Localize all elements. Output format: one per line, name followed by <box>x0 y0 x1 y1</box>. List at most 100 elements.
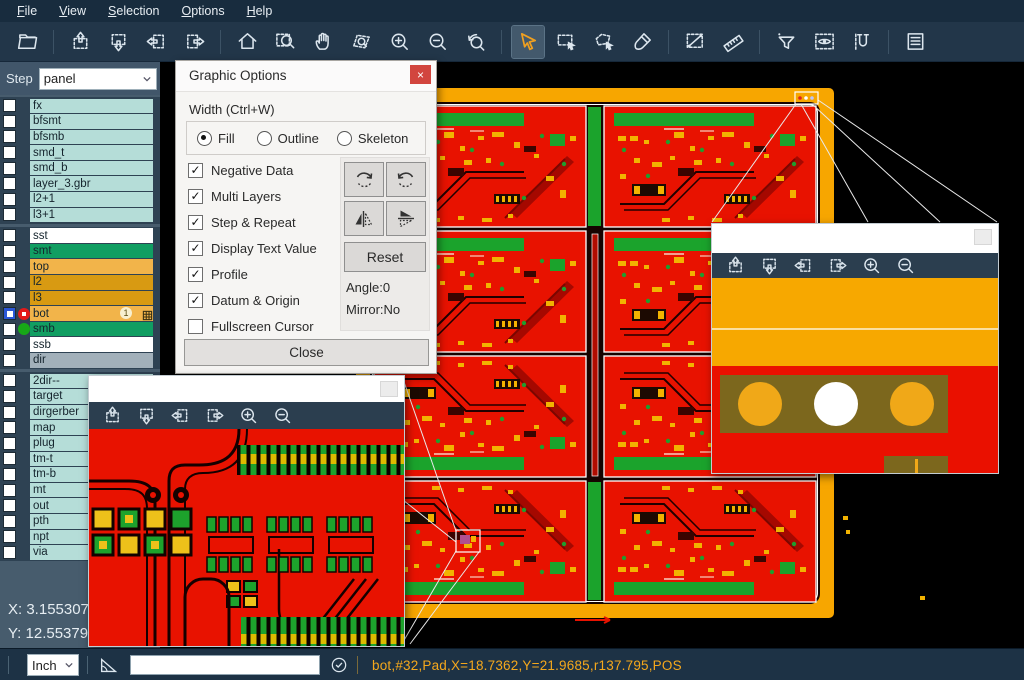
menu-selection[interactable]: Selection <box>97 2 170 20</box>
radio-skeleton[interactable]: Skeleton <box>337 131 409 146</box>
layer-visibility-checkbox[interactable] <box>3 323 16 336</box>
zoom-out-icon[interactable] <box>421 26 453 58</box>
layer-row-smd_t[interactable]: smd_t <box>0 145 160 161</box>
layer-visibility-checkbox[interactable] <box>3 515 16 528</box>
layer-visibility-checkbox[interactable] <box>3 208 16 221</box>
layer-name[interactable]: sst <box>30 228 153 243</box>
layer-visibility-checkbox[interactable] <box>3 437 16 450</box>
paint-brush-icon[interactable] <box>626 26 658 58</box>
layer-name[interactable]: dir <box>30 353 153 368</box>
open-file-icon[interactable] <box>11 26 43 58</box>
layer-visibility-checkbox[interactable] <box>3 193 16 206</box>
zoom-window-view[interactable] <box>712 278 998 473</box>
pan-left-icon[interactable] <box>140 26 172 58</box>
layer-name[interactable]: smb <box>30 322 153 337</box>
dialog-close-button[interactable]: × <box>410 65 431 84</box>
select-polygon-icon[interactable] <box>588 26 620 58</box>
layer-visibility-checkbox[interactable] <box>3 546 16 559</box>
layer-name[interactable]: bfsmb <box>30 130 153 145</box>
layer-visibility-checkbox[interactable] <box>3 307 16 320</box>
layer-row-sst[interactable]: sst <box>0 228 160 244</box>
zoom-out-icon[interactable] <box>269 404 295 428</box>
layer-visibility-checkbox[interactable] <box>3 421 16 434</box>
pan-right-icon[interactable] <box>178 26 210 58</box>
layer-visibility-checkbox[interactable] <box>3 146 16 159</box>
window-button[interactable] <box>974 229 992 245</box>
angle-measure-icon[interactable] <box>98 654 120 676</box>
window-button[interactable] <box>380 381 398 397</box>
layer-visibility-checkbox[interactable] <box>3 177 16 190</box>
checkbox-multi-layers[interactable]: ✓Multi Layers <box>188 183 317 209</box>
mirror-horizontal-button[interactable] <box>344 201 384 236</box>
layer-visibility-checkbox[interactable] <box>3 452 16 465</box>
layer-name[interactable]: smt <box>30 244 153 259</box>
checkbox-box[interactable]: ✓ <box>188 215 203 230</box>
layer-name[interactable]: bot <box>30 306 153 321</box>
close-button[interactable]: Close <box>184 339 429 366</box>
layer-row-bfsmt[interactable]: bfsmt <box>0 114 160 130</box>
pan-left-icon[interactable] <box>790 254 816 278</box>
zoom-window-title-bar[interactable] <box>89 376 404 402</box>
snap-icon[interactable] <box>846 26 878 58</box>
layer-row-bot[interactable]: bot1 <box>0 306 160 322</box>
layer-name[interactable]: smd_b <box>30 161 153 176</box>
layer-row-smt[interactable]: smt <box>0 243 160 259</box>
measure-distance-icon[interactable] <box>679 26 711 58</box>
layer-row-smb[interactable]: smb <box>0 321 160 337</box>
menu-view[interactable]: View <box>48 2 97 20</box>
layer-visibility-checkbox[interactable] <box>3 229 16 242</box>
pan-left-icon[interactable] <box>167 404 193 428</box>
zoom-window-view[interactable] <box>89 429 404 646</box>
checkbox-step-repeat[interactable]: ✓Step & Repeat <box>188 209 317 235</box>
layer-name[interactable]: l3 <box>30 291 153 306</box>
layer-visibility-checkbox[interactable] <box>3 276 16 289</box>
zoom-window-title-bar[interactable] <box>712 224 998 253</box>
layer-row-ssb[interactable]: ssb <box>0 337 160 353</box>
reset-button[interactable]: Reset <box>344 242 426 272</box>
layer-visibility-checkbox[interactable] <box>3 406 16 419</box>
pan-up-icon[interactable] <box>99 404 125 428</box>
layer-row-layer_3.gbr[interactable]: layer_3.gbr <box>0 176 160 192</box>
layer-visibility-checkbox[interactable] <box>3 468 16 481</box>
layer-row-l2[interactable]: l2 <box>0 275 160 291</box>
checkbox-box[interactable] <box>188 319 203 334</box>
checkbox-box[interactable]: ✓ <box>188 189 203 204</box>
pan-right-icon[interactable] <box>201 404 227 428</box>
home-view-icon[interactable] <box>231 26 263 58</box>
zoom-previous-icon[interactable] <box>459 26 491 58</box>
layer-row-bfsmb[interactable]: bfsmb <box>0 129 160 145</box>
checkbox-box[interactable]: ✓ <box>188 241 203 256</box>
select-arrow-icon[interactable] <box>512 26 544 58</box>
layer-name[interactable]: smd_t <box>30 145 153 160</box>
layer-visibility-checkbox[interactable] <box>3 530 16 543</box>
layer-visibility-checkbox[interactable] <box>3 130 16 143</box>
zoom-in-icon[interactable] <box>858 254 884 278</box>
layer-visibility-checkbox[interactable] <box>3 390 16 403</box>
select-rectangle-icon[interactable] <box>550 26 582 58</box>
layer-visibility-checkbox[interactable] <box>3 374 16 387</box>
zoom-in-icon[interactable] <box>383 26 415 58</box>
refresh-check-icon[interactable] <box>329 655 349 675</box>
layer-visibility-checkbox[interactable] <box>3 260 16 273</box>
rotate-ccw-button[interactable] <box>386 162 426 197</box>
dialog-title-bar[interactable]: Graphic Options × <box>176 61 436 92</box>
ruler-icon[interactable] <box>717 26 749 58</box>
layer-name[interactable]: bfsmt <box>30 114 153 129</box>
radio-outline[interactable]: Outline <box>257 131 319 146</box>
menu-options[interactable]: Options <box>170 2 235 20</box>
checkbox-profile[interactable]: ✓Profile <box>188 261 317 287</box>
layer-visibility-checkbox[interactable] <box>3 499 16 512</box>
checkbox-display-text-value[interactable]: ✓Display Text Value <box>188 235 317 261</box>
layer-visibility-checkbox[interactable] <box>3 162 16 175</box>
layer-row-l3[interactable]: l3 <box>0 290 160 306</box>
radio-fill[interactable]: Fill <box>197 131 235 146</box>
layer-name[interactable]: ssb <box>30 337 153 352</box>
checkbox-box[interactable]: ✓ <box>188 163 203 178</box>
grid-icon[interactable] <box>142 308 153 319</box>
layer-row-l2+1[interactable]: l2+1 <box>0 192 160 208</box>
layer-visibility-checkbox[interactable] <box>3 354 16 367</box>
zoom-out-icon[interactable] <box>892 254 918 278</box>
pan-up-icon[interactable] <box>64 26 96 58</box>
pan-up-icon[interactable] <box>722 254 748 278</box>
layer-name[interactable]: fx <box>30 99 153 114</box>
